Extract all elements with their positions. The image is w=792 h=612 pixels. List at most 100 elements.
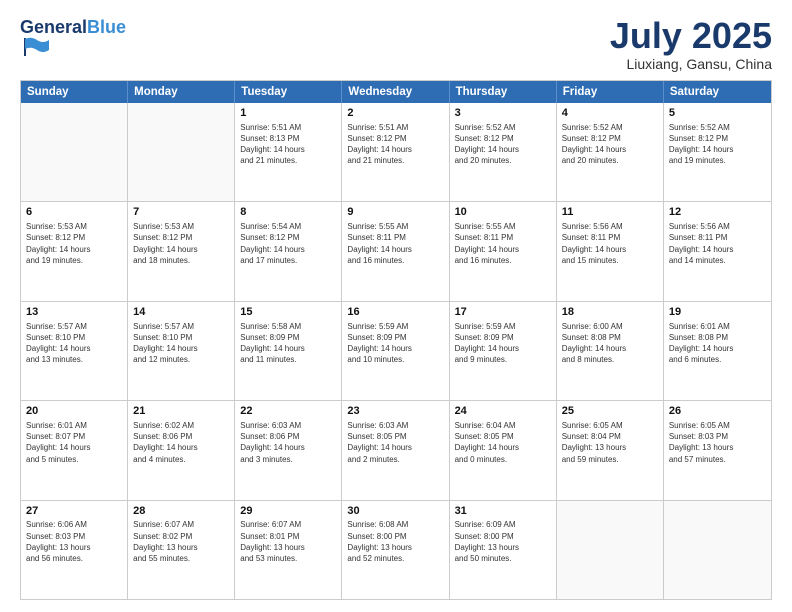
calendar-day-cell: 31Sunrise: 6:09 AM Sunset: 8:00 PM Dayli… (450, 501, 557, 599)
day-number: 14 (133, 305, 229, 320)
calendar-day-cell: 18Sunrise: 6:00 AM Sunset: 8:08 PM Dayli… (557, 302, 664, 400)
day-number: 1 (240, 106, 336, 121)
day-info: Sunrise: 6:01 AM Sunset: 8:07 PM Dayligh… (26, 420, 122, 465)
day-number: 6 (26, 205, 122, 220)
header: GeneralBlue July 2025 Liuxiang, Gansu, C… (20, 18, 772, 72)
day-number: 17 (455, 305, 551, 320)
day-info: Sunrise: 5:58 AM Sunset: 8:09 PM Dayligh… (240, 321, 336, 366)
day-info: Sunrise: 5:59 AM Sunset: 8:09 PM Dayligh… (455, 321, 551, 366)
day-info: Sunrise: 6:00 AM Sunset: 8:08 PM Dayligh… (562, 321, 658, 366)
calendar-day-cell: 28Sunrise: 6:07 AM Sunset: 8:02 PM Dayli… (128, 501, 235, 599)
day-info: Sunrise: 6:02 AM Sunset: 8:06 PM Dayligh… (133, 420, 229, 465)
calendar-row: 20Sunrise: 6:01 AM Sunset: 8:07 PM Dayli… (21, 401, 771, 500)
day-number: 9 (347, 205, 443, 220)
calendar-day-cell: 20Sunrise: 6:01 AM Sunset: 8:07 PM Dayli… (21, 401, 128, 499)
day-info: Sunrise: 6:01 AM Sunset: 8:08 PM Dayligh… (669, 321, 766, 366)
day-info: Sunrise: 5:52 AM Sunset: 8:12 PM Dayligh… (562, 122, 658, 167)
calendar-row: 6Sunrise: 5:53 AM Sunset: 8:12 PM Daylig… (21, 202, 771, 301)
calendar-day-cell: 13Sunrise: 5:57 AM Sunset: 8:10 PM Dayli… (21, 302, 128, 400)
calendar-day-cell: 3Sunrise: 5:52 AM Sunset: 8:12 PM Daylig… (450, 103, 557, 201)
day-number: 2 (347, 106, 443, 121)
weekday-header: Monday (128, 81, 235, 103)
calendar-day-cell: 27Sunrise: 6:06 AM Sunset: 8:03 PM Dayli… (21, 501, 128, 599)
day-info: Sunrise: 6:05 AM Sunset: 8:03 PM Dayligh… (669, 420, 766, 465)
day-info: Sunrise: 5:57 AM Sunset: 8:10 PM Dayligh… (133, 321, 229, 366)
calendar-header: SundayMondayTuesdayWednesdayThursdayFrid… (21, 81, 771, 103)
day-number: 24 (455, 404, 551, 419)
day-number: 13 (26, 305, 122, 320)
day-info: Sunrise: 5:56 AM Sunset: 8:11 PM Dayligh… (669, 221, 766, 266)
day-info: Sunrise: 5:57 AM Sunset: 8:10 PM Dayligh… (26, 321, 122, 366)
day-info: Sunrise: 5:59 AM Sunset: 8:09 PM Dayligh… (347, 321, 443, 366)
day-info: Sunrise: 5:53 AM Sunset: 8:12 PM Dayligh… (133, 221, 229, 266)
day-number: 5 (669, 106, 766, 121)
day-number: 12 (669, 205, 766, 220)
calendar-day-cell: 1Sunrise: 5:51 AM Sunset: 8:13 PM Daylig… (235, 103, 342, 201)
logo-icon (23, 36, 51, 58)
day-info: Sunrise: 6:05 AM Sunset: 8:04 PM Dayligh… (562, 420, 658, 465)
weekday-header: Thursday (450, 81, 557, 103)
day-info: Sunrise: 5:51 AM Sunset: 8:12 PM Dayligh… (347, 122, 443, 167)
day-number: 31 (455, 504, 551, 519)
calendar-day-cell: 11Sunrise: 5:56 AM Sunset: 8:11 PM Dayli… (557, 202, 664, 300)
calendar-day-cell: 21Sunrise: 6:02 AM Sunset: 8:06 PM Dayli… (128, 401, 235, 499)
day-info: Sunrise: 5:51 AM Sunset: 8:13 PM Dayligh… (240, 122, 336, 167)
day-number: 26 (669, 404, 766, 419)
calendar-row: 27Sunrise: 6:06 AM Sunset: 8:03 PM Dayli… (21, 501, 771, 599)
day-info: Sunrise: 6:03 AM Sunset: 8:06 PM Dayligh… (240, 420, 336, 465)
calendar-day-cell: 29Sunrise: 6:07 AM Sunset: 8:01 PM Dayli… (235, 501, 342, 599)
day-info: Sunrise: 6:07 AM Sunset: 8:02 PM Dayligh… (133, 519, 229, 564)
day-number: 21 (133, 404, 229, 419)
day-info: Sunrise: 6:07 AM Sunset: 8:01 PM Dayligh… (240, 519, 336, 564)
month-title: July 2025 (610, 18, 772, 54)
calendar-row: 13Sunrise: 5:57 AM Sunset: 8:10 PM Dayli… (21, 302, 771, 401)
day-info: Sunrise: 6:06 AM Sunset: 8:03 PM Dayligh… (26, 519, 122, 564)
day-number: 15 (240, 305, 336, 320)
day-number: 10 (455, 205, 551, 220)
logo: GeneralBlue (20, 18, 126, 63)
calendar-row: 1Sunrise: 5:51 AM Sunset: 8:13 PM Daylig… (21, 103, 771, 202)
weekday-header: Tuesday (235, 81, 342, 103)
day-number: 30 (347, 504, 443, 519)
weekday-header: Sunday (21, 81, 128, 103)
page: GeneralBlue July 2025 Liuxiang, Gansu, C… (0, 0, 792, 612)
day-number: 19 (669, 305, 766, 320)
calendar-day-cell: 19Sunrise: 6:01 AM Sunset: 8:08 PM Dayli… (664, 302, 771, 400)
location: Liuxiang, Gansu, China (610, 56, 772, 72)
calendar-day-cell: 5Sunrise: 5:52 AM Sunset: 8:12 PM Daylig… (664, 103, 771, 201)
calendar-day-cell: 17Sunrise: 5:59 AM Sunset: 8:09 PM Dayli… (450, 302, 557, 400)
day-info: Sunrise: 5:55 AM Sunset: 8:11 PM Dayligh… (455, 221, 551, 266)
day-number: 3 (455, 106, 551, 121)
calendar-empty-cell (664, 501, 771, 599)
calendar-day-cell: 23Sunrise: 6:03 AM Sunset: 8:05 PM Dayli… (342, 401, 449, 499)
day-number: 22 (240, 404, 336, 419)
calendar-day-cell: 25Sunrise: 6:05 AM Sunset: 8:04 PM Dayli… (557, 401, 664, 499)
day-number: 20 (26, 404, 122, 419)
day-info: Sunrise: 5:52 AM Sunset: 8:12 PM Dayligh… (669, 122, 766, 167)
day-number: 8 (240, 205, 336, 220)
calendar-day-cell: 9Sunrise: 5:55 AM Sunset: 8:11 PM Daylig… (342, 202, 449, 300)
day-info: Sunrise: 5:53 AM Sunset: 8:12 PM Dayligh… (26, 221, 122, 266)
calendar-day-cell: 10Sunrise: 5:55 AM Sunset: 8:11 PM Dayli… (450, 202, 557, 300)
day-number: 25 (562, 404, 658, 419)
calendar-day-cell: 22Sunrise: 6:03 AM Sunset: 8:06 PM Dayli… (235, 401, 342, 499)
weekday-header: Wednesday (342, 81, 449, 103)
calendar-day-cell: 4Sunrise: 5:52 AM Sunset: 8:12 PM Daylig… (557, 103, 664, 201)
day-number: 23 (347, 404, 443, 419)
calendar: SundayMondayTuesdayWednesdayThursdayFrid… (20, 80, 772, 600)
calendar-body: 1Sunrise: 5:51 AM Sunset: 8:13 PM Daylig… (21, 103, 771, 599)
title-block: July 2025 Liuxiang, Gansu, China (610, 18, 772, 72)
calendar-empty-cell (128, 103, 235, 201)
day-info: Sunrise: 5:56 AM Sunset: 8:11 PM Dayligh… (562, 221, 658, 266)
day-info: Sunrise: 6:03 AM Sunset: 8:05 PM Dayligh… (347, 420, 443, 465)
calendar-day-cell: 16Sunrise: 5:59 AM Sunset: 8:09 PM Dayli… (342, 302, 449, 400)
calendar-day-cell: 6Sunrise: 5:53 AM Sunset: 8:12 PM Daylig… (21, 202, 128, 300)
calendar-day-cell: 15Sunrise: 5:58 AM Sunset: 8:09 PM Dayli… (235, 302, 342, 400)
day-number: 29 (240, 504, 336, 519)
calendar-day-cell: 30Sunrise: 6:08 AM Sunset: 8:00 PM Dayli… (342, 501, 449, 599)
day-info: Sunrise: 5:52 AM Sunset: 8:12 PM Dayligh… (455, 122, 551, 167)
weekday-header: Saturday (664, 81, 771, 103)
calendar-day-cell: 7Sunrise: 5:53 AM Sunset: 8:12 PM Daylig… (128, 202, 235, 300)
day-info: Sunrise: 5:55 AM Sunset: 8:11 PM Dayligh… (347, 221, 443, 266)
day-info: Sunrise: 6:08 AM Sunset: 8:00 PM Dayligh… (347, 519, 443, 564)
